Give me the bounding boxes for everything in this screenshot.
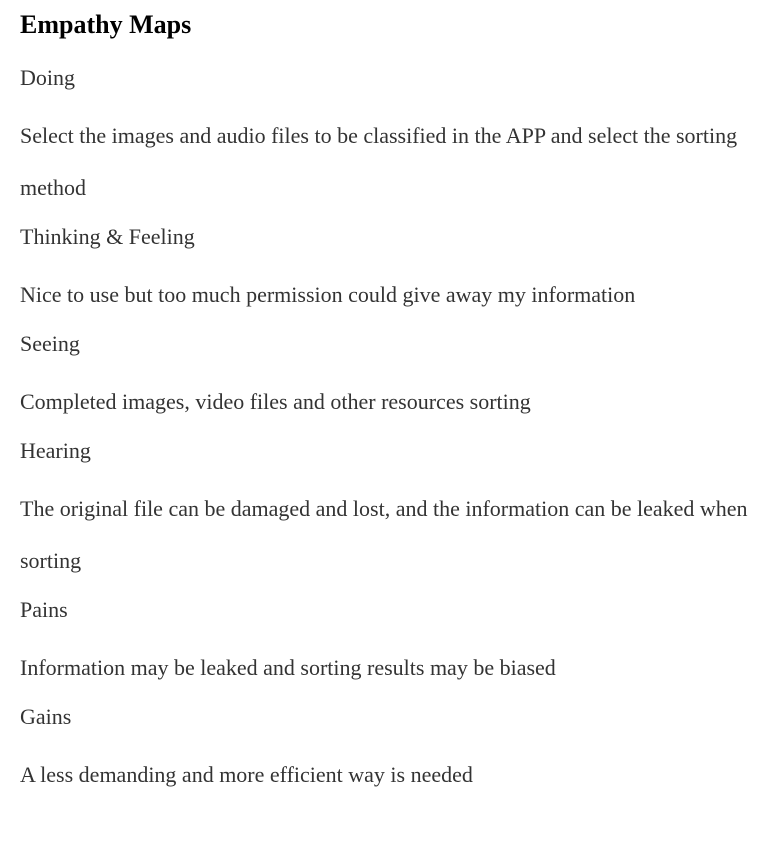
section-doing: Doing Select the images and audio files … <box>20 64 752 214</box>
section-heading-seeing: Seeing <box>20 331 80 356</box>
section-body-seeing: Completed images, video files and other … <box>20 389 531 414</box>
document-page: Empathy Maps Doing Select the images and… <box>0 0 772 846</box>
section-body-pains: Information may be leaked and sorting re… <box>20 655 556 680</box>
section-body-hearing: The original file can be damaged and los… <box>20 496 748 573</box>
section-pains: Pains Information may be leaked and sort… <box>20 596 752 694</box>
section-thinking-feeling: Thinking & Feeling Nice to use but too m… <box>20 223 752 321</box>
section-heading-doing: Doing <box>20 65 75 90</box>
section-heading-thinking-feeling: Thinking & Feeling <box>20 224 195 249</box>
section-body-gains: A less demanding and more efficient way … <box>20 762 473 787</box>
section-body-doing: Select the images and audio files to be … <box>20 123 738 200</box>
section-body-thinking-feeling: Nice to use but too much permission coul… <box>20 282 636 307</box>
section-heading-gains: Gains <box>20 704 72 729</box>
section-heading-pains: Pains <box>20 597 68 622</box>
section-seeing: Seeing Completed images, video files and… <box>20 330 752 428</box>
section-hearing: Hearing The original file can be damaged… <box>20 437 752 587</box>
page-title: Empathy Maps <box>20 10 192 39</box>
section-heading-hearing: Hearing <box>20 438 91 463</box>
section-gains: Gains A less demanding and more efficien… <box>20 703 752 801</box>
